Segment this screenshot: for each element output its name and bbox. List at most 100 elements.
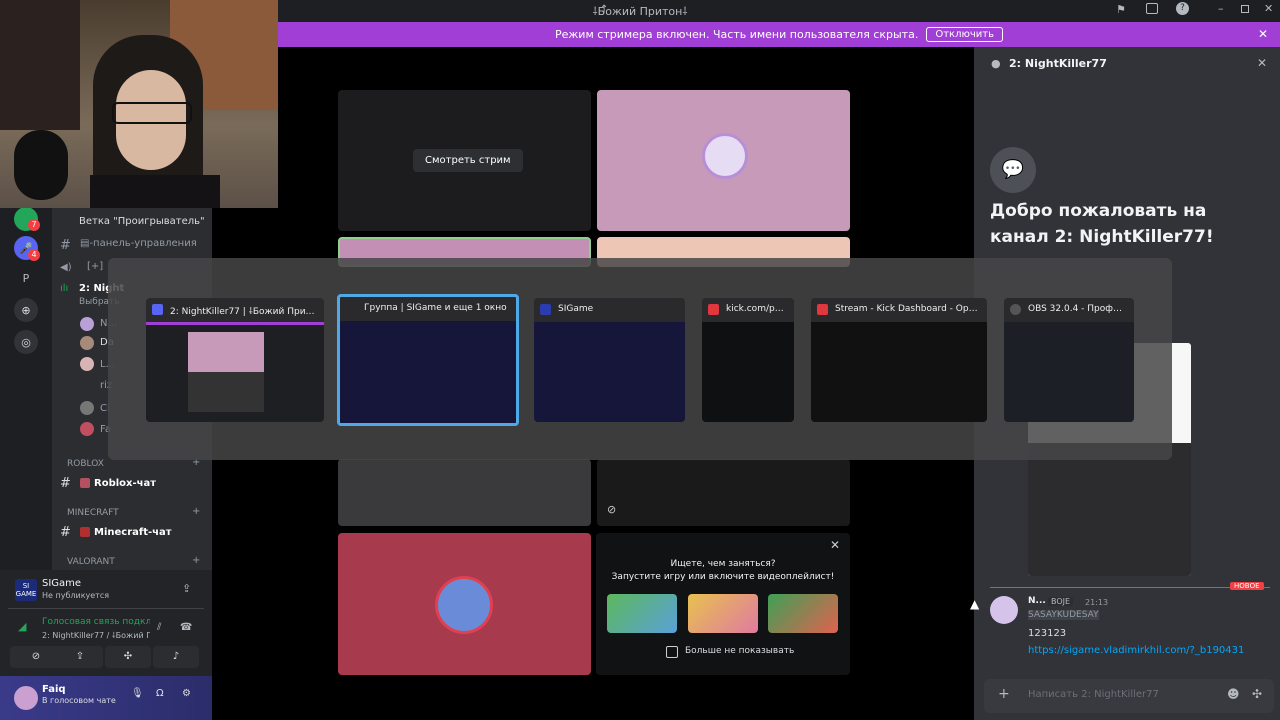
category-minecraft[interactable]: MINECRAFT xyxy=(67,508,119,518)
avatar xyxy=(14,686,38,710)
minecraft-emoji-icon xyxy=(80,527,90,537)
help-icon[interactable]: ? xyxy=(1176,2,1189,15)
screen-icon[interactable] xyxy=(1146,3,1158,14)
close-icon[interactable]: ✕ xyxy=(830,538,840,552)
thumbnail-grid xyxy=(188,332,264,412)
dont-show-label: Больше не показывать xyxy=(685,646,795,656)
window-thumbnail xyxy=(146,322,324,422)
stream-icon[interactable]: ⇪ xyxy=(182,582,191,595)
disconnect-icon[interactable]: ☎ xyxy=(180,622,192,633)
participant-tile[interactable] xyxy=(338,459,591,526)
user-profile-bar[interactable]: Faiq В голосовом чате 🎙 Ω ⚙ xyxy=(0,676,212,720)
inbox-icon[interactable]: ⚑ xyxy=(1116,3,1126,16)
activity-title: Ищете, чем заняться? xyxy=(670,559,776,569)
mention-badge: 7 xyxy=(28,219,40,231)
switcher-window[interactable]: Stream - Kick Dashboard - Opera xyxy=(811,298,987,422)
window-thumbnail xyxy=(811,322,987,422)
category-valorant[interactable]: VALORANT xyxy=(67,557,115,567)
message-input-box[interactable]: + Написать 2: NightKiller77 ☻ ✣ xyxy=(984,679,1274,713)
add-server-icon[interactable]: ⊕ xyxy=(14,298,38,322)
spoiler-text[interactable]: SASAYKUDESAY xyxy=(1028,610,1099,620)
avatar xyxy=(702,133,748,179)
discover-icon[interactable]: ◎ xyxy=(14,330,38,354)
thread-item[interactable]: Ветка "Проигрыватель" xyxy=(79,216,205,227)
dont-show-checkbox[interactable] xyxy=(666,646,678,658)
emoji-icon[interactable]: ☻ xyxy=(1227,687,1240,701)
window-title: OBS 32.0.4 - Профиль: Бе... xyxy=(1028,304,1134,314)
microphone-icon[interactable]: 🎙 xyxy=(131,688,144,699)
activity-card[interactable] xyxy=(607,594,677,633)
streamer-mode-banner: Режим стримера включен. Часть имени поль… xyxy=(278,22,1280,47)
obs-icon xyxy=(1010,304,1021,315)
roblox-emoji-icon xyxy=(80,478,90,488)
user-status: В голосовом чате xyxy=(42,696,116,705)
watch-stream-button[interactable]: Смотреть стрим xyxy=(413,149,523,172)
add-channel-icon[interactable]: + xyxy=(192,506,200,517)
close-icon[interactable]: ✕ xyxy=(1264,2,1273,15)
user-panel: SI GAME SIGame Не публикуется ⇪ ◢ Голосов… xyxy=(0,570,212,720)
activity-card[interactable] xyxy=(768,594,838,633)
microphone xyxy=(14,130,68,200)
soundboard-button[interactable]: ♪ xyxy=(153,646,199,668)
participant-tile[interactable] xyxy=(597,90,850,231)
voice-connected-title[interactable]: Голосовая связь подкл xyxy=(42,617,150,627)
signal-icon: ◢ xyxy=(18,620,27,633)
participant-tile[interactable]: ⊘ xyxy=(597,459,850,526)
stream-tile[interactable]: Смотреть стрим xyxy=(338,90,591,231)
image-content xyxy=(1028,443,1191,576)
minimize-icon[interactable]: – xyxy=(1218,2,1224,15)
add-attachment-icon[interactable]: + xyxy=(998,686,1010,702)
maximize-icon[interactable] xyxy=(1241,5,1249,13)
apps-icon[interactable]: ✣ xyxy=(1252,687,1262,701)
camera-off-button[interactable]: ⊘ xyxy=(10,646,62,668)
switcher-window[interactable]: kick.com/popo... xyxy=(702,298,794,422)
activity-prompt: ✕ Ищете, чем заняться? Запустите игру ил… xyxy=(596,533,850,675)
add-channel-icon[interactable]: + xyxy=(192,555,200,566)
welcome-heading: Добро пожаловать на канал 2: NightKiller… xyxy=(990,201,1214,247)
window-title: kick.com/popo... xyxy=(726,304,794,314)
activity-title: SIGame xyxy=(42,578,82,589)
close-chat-icon[interactable]: ✕ xyxy=(1257,56,1267,70)
switcher-window[interactable]: 2: NightKiller77 | ⸸Божий Притон⸸ - Dis.… xyxy=(146,298,324,422)
activity-status: Не публикуется xyxy=(42,591,110,600)
webcam-overlay xyxy=(0,0,278,208)
sigame-logo: SI GAME xyxy=(15,579,37,601)
voice-channel-name[interactable]: 2: NightKiller77 / ⸸Божий Пр xyxy=(42,630,150,641)
new-badge: НОВОЕ xyxy=(1230,582,1264,590)
avatar xyxy=(80,317,94,331)
close-banner-icon[interactable]: ✕ xyxy=(1258,27,1268,41)
window-title: Группа | SIGame и еще 1 окно xyxy=(364,303,507,313)
message-link[interactable]: https://sigame.vladimirkhil.com/?_b19043… xyxy=(1028,645,1244,656)
message-author[interactable]: N... xyxy=(1028,596,1046,606)
noise-suppression-icon[interactable]: ⫽ xyxy=(157,622,161,633)
channel-roblox-chat[interactable]: Roblox-чат xyxy=(94,478,156,489)
channel-stage[interactable]: [+] xyxy=(87,261,103,272)
share-screen-button[interactable]: ⇪ xyxy=(57,646,103,668)
switcher-window[interactable]: SIGame xyxy=(534,298,685,422)
category-roblox[interactable]: ROBLOX xyxy=(67,459,104,469)
divider xyxy=(8,608,204,609)
channel-control-panel[interactable]: ▤-панель-управления xyxy=(80,238,197,249)
avatar xyxy=(435,576,493,634)
switcher-window-selected[interactable]: Группа | SIGame и еще 1 окно xyxy=(337,294,519,426)
new-messages-divider xyxy=(990,587,1270,588)
activity-card[interactable] xyxy=(688,594,758,633)
server-letter[interactable]: P xyxy=(14,266,38,290)
avatar[interactable] xyxy=(990,596,1018,624)
activities-button[interactable]: ✣ xyxy=(105,646,151,668)
guild-tag: BOJE xyxy=(1048,597,1074,606)
window-thumbnail xyxy=(534,322,685,422)
message-time: 21:13 xyxy=(1085,598,1109,607)
chat-icon: 💬 xyxy=(990,147,1036,193)
settings-icon[interactable]: ⚙ xyxy=(182,688,191,699)
channel-minecraft-chat[interactable]: Minecraft-чат xyxy=(94,527,172,538)
message-text: 123123 xyxy=(1028,628,1067,639)
discord-icon xyxy=(152,304,163,315)
headphones-icon[interactable]: Ω xyxy=(156,688,164,699)
participant-tile[interactable] xyxy=(338,533,591,675)
message-input[interactable]: Написать 2: NightKiller77 xyxy=(1028,689,1159,700)
window-thumbnail xyxy=(1004,322,1134,422)
pin-icon[interactable]: ↑ xyxy=(600,4,608,15)
switcher-window[interactable]: OBS 32.0.4 - Профиль: Бе... xyxy=(1004,298,1134,422)
disable-streamer-mode-button[interactable]: Отключить xyxy=(926,27,1003,42)
